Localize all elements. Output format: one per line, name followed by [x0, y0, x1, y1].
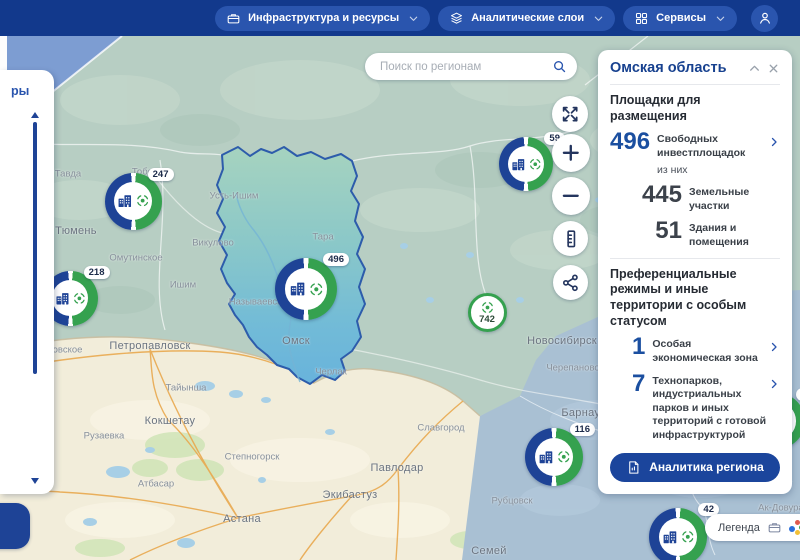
total-sites-label: Свободных инвестплощадок — [657, 133, 745, 159]
map-cluster-marker[interactable]: 496 — [275, 258, 337, 320]
land-plots-label: Земельные участки — [682, 183, 780, 213]
buildings-label: Здания и помещения — [682, 219, 780, 249]
minus-icon — [559, 184, 583, 208]
scroll-down-arrow[interactable] — [31, 478, 39, 484]
building-icon — [288, 279, 307, 298]
technoparks-value: 7 — [632, 372, 645, 396]
user-icon — [757, 10, 773, 26]
building-icon — [510, 156, 527, 173]
map-cluster-marker[interactable]: 742 — [468, 293, 507, 332]
target-icon — [72, 291, 87, 306]
search-icon[interactable] — [552, 59, 567, 74]
zoom-in-button[interactable] — [552, 134, 590, 172]
collapse-chevron-up-icon[interactable] — [748, 62, 761, 75]
marker-count-badge: 59 — [796, 388, 800, 401]
menu-analytic-layers-label: Аналитические слои — [471, 12, 584, 24]
document-chart-icon — [626, 460, 641, 475]
sez-label: Особая экономическая зона — [645, 335, 768, 365]
total-sites-row[interactable]: 496 Свободных инвестплощадок из них — [610, 130, 780, 177]
total-sites-label-wrap: Свободных инвестплощадок из них — [650, 130, 768, 177]
buildings-row: 51 Здания и помещения — [610, 219, 780, 249]
ruler-icon — [560, 228, 582, 250]
buildings-value: 51 — [638, 219, 682, 243]
region-info-panel: Омская область Площадки для размещения 4… — [598, 50, 792, 494]
target-icon — [556, 449, 572, 465]
share-button[interactable] — [553, 265, 588, 300]
target-icon — [528, 157, 542, 171]
building-icon — [661, 528, 679, 546]
search-input[interactable] — [378, 60, 552, 74]
sez-row[interactable]: 1 Особая экономическая зона — [610, 335, 780, 365]
placement-heading: Площадки для размещения — [610, 93, 780, 124]
filters-panel-collapsed[interactable]: ры — [0, 70, 54, 494]
filters-panel-label-fragment: ры — [11, 84, 29, 98]
menu-infrastructure-label: Инфраструктура и ресурсы — [248, 12, 399, 24]
map-cluster-marker[interactable]: 247 — [105, 173, 162, 230]
close-icon[interactable] — [767, 62, 780, 75]
marker-count-badge: 496 — [323, 253, 349, 266]
share-icon — [560, 272, 582, 294]
chevron-down-icon — [593, 13, 604, 24]
scroll-up-arrow[interactable] — [31, 112, 39, 118]
total-sites-value: 496 — [610, 130, 650, 154]
analytics-button-label: Аналитика региона — [649, 460, 764, 474]
building-icon — [116, 192, 134, 210]
region-search — [365, 53, 577, 80]
top-navigation-bar: Инфраструктура и ресурсы Аналитические с… — [0, 0, 800, 36]
divider — [610, 84, 780, 85]
measure-button[interactable] — [553, 221, 588, 256]
menu-services[interactable]: Сервисы — [623, 6, 737, 31]
chevron-down-icon — [715, 13, 726, 24]
menu-analytic-layers[interactable]: Аналитические слои — [438, 6, 615, 31]
target-icon — [308, 281, 325, 298]
user-account-button[interactable] — [751, 5, 778, 32]
chevron-down-icon — [408, 13, 419, 24]
bottom-left-button[interactable] — [0, 503, 30, 549]
app-screen: ТавдаТобольскТюменьУсть-ИшимВикуловоТара… — [0, 0, 800, 560]
marker-count: 742 — [479, 315, 495, 325]
total-sites-sub: из них — [657, 164, 768, 178]
panel-title: Омская область — [610, 60, 742, 76]
legend-dots-icon — [789, 520, 800, 535]
land-plots-value: 445 — [638, 183, 682, 207]
map-cluster-marker[interactable]: 116 — [525, 428, 583, 486]
fullscreen-button[interactable] — [552, 96, 588, 132]
chevron-right-icon[interactable] — [768, 378, 780, 390]
map-cluster-marker[interactable]: 59 — [499, 137, 553, 191]
region-analytics-button[interactable]: Аналитика региона — [610, 453, 780, 482]
preferential-heading: Преференциальные режимы и иные территори… — [610, 267, 780, 330]
legend-button[interactable]: Легенда — [705, 514, 800, 541]
legend-label: Легенда — [718, 522, 760, 534]
expand-icon — [559, 103, 581, 125]
divider — [610, 258, 780, 259]
land-plots-row: 445 Земельные участки — [610, 183, 780, 213]
map-cluster-marker[interactable]: 42 — [649, 508, 707, 560]
marker-count-badge: 116 — [570, 423, 595, 436]
briefcase-icon — [767, 520, 782, 535]
technoparks-label: Технопарков, индустриальных парков и ины… — [645, 372, 768, 443]
marker-count-badge: 247 — [148, 168, 174, 181]
menu-services-label: Сервисы — [656, 12, 706, 24]
sez-value: 1 — [632, 335, 645, 359]
marker-count-badge: 218 — [84, 266, 110, 279]
chevron-right-icon[interactable] — [768, 341, 780, 353]
technoparks-row[interactable]: 7 Технопарков, индустриальных парков и и… — [610, 372, 780, 443]
target-icon — [680, 529, 696, 545]
services-grid-icon — [634, 11, 649, 26]
layers-icon — [449, 11, 464, 26]
target-icon — [135, 193, 150, 208]
briefcase-icon — [226, 11, 241, 26]
plus-icon — [559, 141, 583, 165]
zoom-out-button[interactable] — [552, 177, 590, 215]
scrollbar-thumb[interactable] — [33, 122, 37, 374]
target-icon — [480, 300, 495, 315]
chevron-right-icon[interactable] — [768, 136, 780, 148]
building-icon — [54, 290, 71, 307]
building-icon — [537, 448, 555, 466]
menu-infrastructure[interactable]: Инфраструктура и ресурсы — [215, 6, 430, 31]
